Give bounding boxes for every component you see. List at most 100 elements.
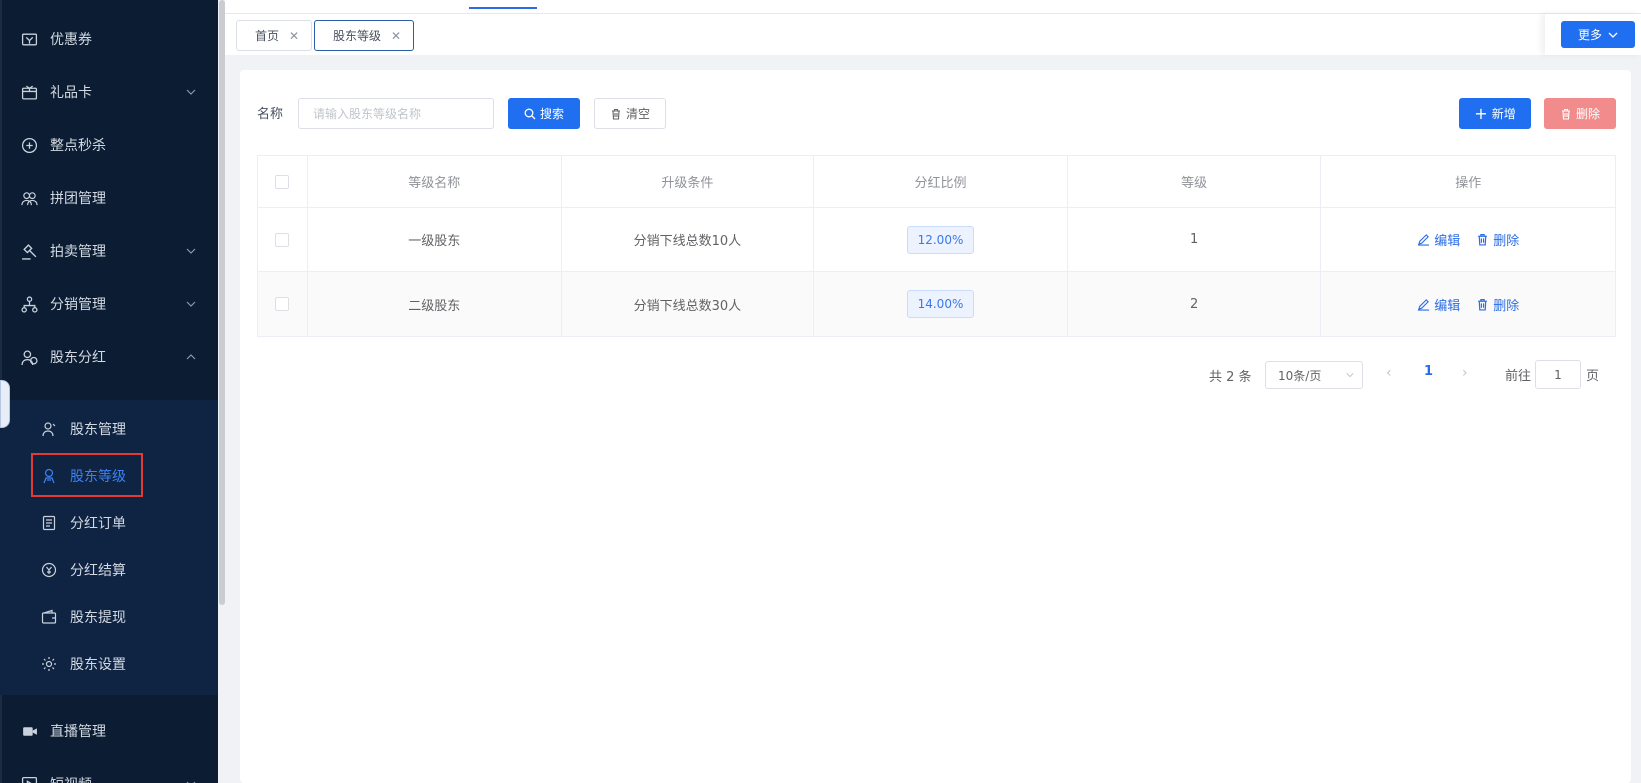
delete-button[interactable]: 删除 xyxy=(1544,98,1616,129)
flash-sale-icon xyxy=(20,136,38,154)
column-header: 等级名称 xyxy=(308,156,562,207)
sidebar-subitem-shareholder-management[interactable]: 股东管理 xyxy=(0,404,218,453)
column-header: 操作 xyxy=(1455,176,1482,191)
sidebar-item-label: 拼团管理 xyxy=(50,191,106,207)
distribution-icon xyxy=(20,295,38,313)
more-button-label: 更多 xyxy=(1577,28,1602,42)
chevron-down-icon xyxy=(186,781,196,783)
sidebar-item-distribution[interactable]: 分销管理 xyxy=(0,278,218,330)
clear-button[interactable]: 清空 xyxy=(594,98,666,129)
sidebar-item-auction[interactable]: 拍卖管理 xyxy=(0,225,218,277)
chevron-down-icon xyxy=(186,301,196,307)
actions-cell: 编辑 删除 xyxy=(1321,208,1615,271)
ratio-tag: 12.00% xyxy=(906,225,975,254)
chevron-up-icon xyxy=(186,354,196,360)
column-header: 等级 xyxy=(1068,156,1322,207)
active-nav-underline xyxy=(469,7,537,9)
search-button[interactable]: 搜索 xyxy=(508,98,580,129)
sidebar-item-short-video[interactable]: 短视频 xyxy=(0,758,218,783)
page-number[interactable]: 1 xyxy=(1424,364,1433,379)
sidebar-item-label: 礼品卡 xyxy=(50,85,92,101)
search-input[interactable]: 请输入股东等级名称 xyxy=(298,98,494,129)
tabs-bar: 首页 ✕ 股东等级 ✕ xyxy=(225,14,1641,55)
pagination-total: 共 2 条 xyxy=(1209,369,1252,385)
edit-button[interactable]: 编辑 xyxy=(1417,230,1460,249)
sidebar-scrollbar[interactable] xyxy=(219,0,225,605)
shareholder-dividend-icon xyxy=(20,348,38,366)
edit-button[interactable]: 编辑 xyxy=(1417,295,1460,314)
condition-cell: 分销下线总数30人 xyxy=(562,272,815,336)
play-icon xyxy=(20,775,38,783)
sidebar-subitem-label: 分红结算 xyxy=(70,562,126,579)
wallet-icon xyxy=(40,608,58,626)
gift-card-icon xyxy=(20,83,38,101)
order-icon xyxy=(40,514,58,532)
add-button[interactable]: + 新增 xyxy=(1459,98,1531,129)
sidebar-subitem-dividend-orders[interactable]: 分红订单 xyxy=(0,498,218,547)
tab-shareholder-level[interactable]: 股东等级 ✕ xyxy=(314,20,415,51)
sidebar-item-live[interactable]: 直播管理 xyxy=(0,705,218,757)
sidebar-subitem-label: 股东设置 xyxy=(70,656,126,673)
settlement-icon xyxy=(40,561,58,579)
goto-page-value: 1 xyxy=(1554,367,1562,382)
sidebar-item-gift-card[interactable]: 礼品卡 xyxy=(0,66,218,118)
row-checkbox[interactable] xyxy=(275,232,290,247)
level-name-cell: 一级股东 xyxy=(308,208,562,271)
column-header: 升级条件 xyxy=(562,156,815,207)
sidebar-item-label: 股东分红 xyxy=(50,350,106,366)
ratio-cell: 12.00% xyxy=(814,208,1068,271)
page-size-select[interactable]: 10条/页 xyxy=(1265,361,1363,389)
sidebar-collapse-handle[interactable] xyxy=(0,380,10,428)
header-checkbox-cell xyxy=(258,156,308,207)
sidebar-subitem-label: 股东管理 xyxy=(70,421,126,438)
row-checkbox[interactable] xyxy=(275,297,290,311)
row-delete-button[interactable]: 删除 xyxy=(1476,230,1519,249)
sidebar-subitem-shareholder-settings[interactable]: 股东设置 xyxy=(0,639,218,688)
highlight-box xyxy=(31,453,143,497)
trash-icon xyxy=(1561,108,1570,120)
sidebar-subitem-dividend-settlement[interactable]: 分红结算 xyxy=(0,545,218,594)
sidebar-item-label: 拍卖管理 xyxy=(50,244,106,260)
sidebar-item-label: 整点秒杀 xyxy=(50,138,106,154)
condition-cell: 分销下线总数10人 xyxy=(562,208,815,271)
actions-cell: 编辑 删除 xyxy=(1321,272,1615,336)
prev-page-button[interactable]: ‹ xyxy=(1386,365,1392,381)
chevron-down-icon xyxy=(186,248,196,254)
row-checkbox-cell xyxy=(258,208,308,271)
sidebar-subitem-label: 股东提现 xyxy=(70,609,126,626)
edit-label: 编辑 xyxy=(1434,234,1461,249)
next-page-button[interactable]: › xyxy=(1462,365,1468,381)
delete-button-label: 删除 xyxy=(1575,107,1600,121)
sidebar-item-group-buy[interactable]: 拼团管理 xyxy=(0,172,218,224)
select-all-checkbox[interactable] xyxy=(275,174,290,189)
edit-icon xyxy=(1418,298,1430,311)
tab-home[interactable]: 首页 ✕ xyxy=(236,20,313,51)
row-delete-button[interactable]: 删除 xyxy=(1476,295,1519,314)
column-header: 分红比例 xyxy=(814,156,1068,207)
goto-label: 前往 xyxy=(1505,369,1532,384)
page-size-value: 10条/页 xyxy=(1278,368,1322,383)
chevron-down-icon xyxy=(186,89,196,95)
sidebar-item-shareholder-dividend[interactable]: 股东分红 xyxy=(0,331,218,383)
search-icon xyxy=(524,108,536,119)
add-button-label: 新增 xyxy=(1491,107,1516,121)
level-cell: 2 xyxy=(1068,272,1322,336)
level-cell: 1 xyxy=(1068,208,1322,271)
sidebar-item-flash-sale[interactable]: 整点秒杀 xyxy=(0,119,218,171)
search-button-label: 搜索 xyxy=(539,107,564,121)
gear-icon xyxy=(40,655,58,673)
plus-icon: + xyxy=(1474,103,1488,123)
sidebar: 优惠券 礼品卡 整点秒杀 拼团管理 拍卖管理 分销管理 股东分红 股东管理 股东… xyxy=(0,0,218,783)
name-filter-label: 名称 xyxy=(257,107,284,122)
table-row: 一级股东 分销下线总数10人 12.00% 1 编辑 删除 xyxy=(258,208,1615,272)
row-checkbox-cell xyxy=(258,272,308,336)
auction-icon xyxy=(20,242,38,260)
goto-page-input[interactable]: 1 xyxy=(1535,360,1581,389)
more-button[interactable]: 更多 xyxy=(1561,21,1635,48)
page-suffix: 页 xyxy=(1586,369,1600,384)
close-icon[interactable]: ✕ xyxy=(289,29,299,43)
sidebar-item-coupon[interactable]: 优惠券 xyxy=(0,13,218,65)
sidebar-subitem-shareholder-withdraw[interactable]: 股东提现 xyxy=(0,592,218,641)
shareholder-level-table: 等级名称 升级条件 分红比例 等级 操作 一级股东 分销下线总数10人 12.0… xyxy=(257,155,1616,337)
close-icon[interactable]: ✕ xyxy=(391,29,401,43)
